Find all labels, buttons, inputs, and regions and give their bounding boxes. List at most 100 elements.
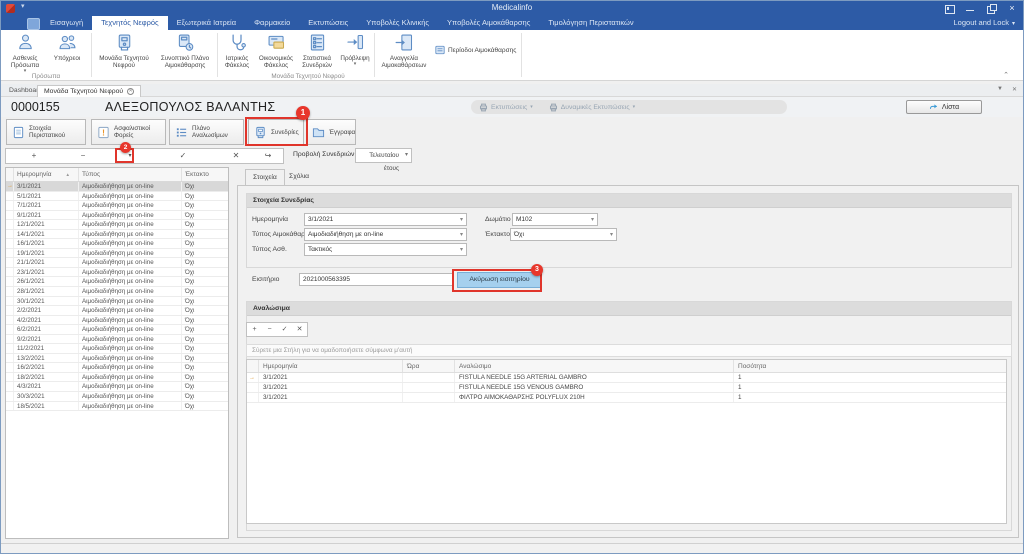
patients-persons-button[interactable]: Ασθενείς Πρόσωπα▾ xyxy=(5,32,45,72)
file-menu-button[interactable] xyxy=(25,16,41,30)
column-header-type[interactable]: Τύπος xyxy=(79,168,182,181)
session-row[interactable]: 7/1/2021Αιμοδιαδιήθηση με on-lineΌχι xyxy=(6,201,228,211)
session-statistics-button[interactable]: Στατιστικά Συνεδριών xyxy=(298,32,336,72)
consumable-row[interactable]: 3/1/2021ΦΙΛΤΡΟ ΑΙΜΟΚΑΘΑΡΣΗΣ POLYFLUX 210… xyxy=(247,393,1006,403)
row-indicator xyxy=(6,297,14,306)
session-row[interactable]: 18/5/2021Αιμοδιαδιήθηση με on-lineΌχι xyxy=(6,402,228,412)
session-row[interactable]: 16/1/2021Αιμοδιαδιήθηση με on-lineΌχι xyxy=(6,239,228,249)
session-row[interactable]: 9/2/2021Αιμοδιαδιήθηση με on-lineΌχι xyxy=(6,335,228,345)
patient-type-combo[interactable]: Τακτικός xyxy=(304,243,467,256)
window-title: Medicalinfo xyxy=(1,3,1023,12)
session-row[interactable]: 18/2/2021Αιμοδιαδιήθηση με on-lineΌχι xyxy=(6,373,228,383)
dialysis-periods-button[interactable]: Περίοδοι Αιμοκάθαρσης xyxy=(435,44,516,56)
ribbon-tab-ypovoles-klinikis[interactable]: Υποβολές Κλινικής xyxy=(357,16,438,30)
printouts-label: Εκτυπώσεις xyxy=(491,104,527,111)
ribbon-collapse-icon[interactable]: ⌃ xyxy=(1003,71,1009,79)
session-row[interactable]: 30/3/2021Αιμοδιαδιήθηση με on-lineΌχι xyxy=(6,392,228,402)
session-row[interactable]: 11/2/2021Αιμοδιαδιήθηση με on-lineΌχι xyxy=(6,344,228,354)
remove-consumable-button[interactable]: − xyxy=(262,323,277,336)
minimize-icon[interactable] xyxy=(965,3,975,13)
consumable-row[interactable]: 3/1/2021FISTULA NEEDLE 15G VENOUS GAMBRO… xyxy=(247,383,1006,393)
session-row[interactable]: 13/2/2021Αιμοδιαδιήθηση με on-lineΌχι xyxy=(6,354,228,364)
session-row[interactable]: 21/1/2021Αιμοδιαδιήθηση με on-lineΌχι xyxy=(6,258,228,268)
ribbon-tab-eisagogi[interactable]: Εισαγωγή xyxy=(41,16,92,30)
add-consumable-button[interactable]: + xyxy=(247,323,262,336)
accept-consumable-button[interactable]: ✓ xyxy=(277,323,292,336)
financial-file-button[interactable]: Οικονομικός Φάκελος xyxy=(256,32,296,72)
redo-button[interactable]: ↪ xyxy=(253,149,283,163)
tab-incident-details[interactable]: Στοιχεία Περιστατικού xyxy=(6,119,86,145)
consumable-row[interactable]: →3/1/2021FISTULA NEEDLE 15G ARTERIAL GAM… xyxy=(247,373,1006,383)
session-row[interactable]: 14/1/2021Αιμοδιαδιήθηση με on-lineΌχι xyxy=(6,230,228,240)
forecast-button[interactable]: Πρόβλεψη▾ xyxy=(338,32,372,72)
detail-tab-details[interactable]: Στοιχεία xyxy=(245,169,285,185)
cancel-consumable-button[interactable]: ✕ xyxy=(292,323,307,336)
session-row[interactable]: 19/1/2021Αιμοδιαδιήθηση με on-lineΌχι xyxy=(6,249,228,259)
artificial-kidney-unit-button[interactable]: Μονάδα Τεχνητού Νεφρού xyxy=(95,32,153,72)
session-row[interactable]: 9/1/2021Αιμοδιαδιήθηση με on-lineΌχι xyxy=(6,211,228,221)
dock-panel-icon[interactable] xyxy=(944,3,954,13)
cancel-ticket-button[interactable]: Ακύρωση εισιτηρίου xyxy=(457,272,542,288)
ticket-input[interactable] xyxy=(299,273,454,286)
session-row[interactable]: 4/3/2021Αιμοδιαδιήθηση με on-lineΌχι xyxy=(6,382,228,392)
session-date: 16/2/2021 xyxy=(14,363,79,372)
list-button[interactable]: Λίστα xyxy=(906,100,982,114)
session-row[interactable]: 2/2/2021Αιμοδιαδιήθηση με on-lineΌχι xyxy=(6,306,228,316)
group-by-bar[interactable]: Σύρετε μια Στήλη για να ομαδοποιήσετε σύ… xyxy=(246,344,1012,357)
ribbon-tab-texnitos-nefros[interactable]: Τεχνητός Νεφρός xyxy=(92,16,167,30)
date-combo[interactable]: 3/1/2021 xyxy=(304,213,467,226)
accept-session-button[interactable]: ✓ xyxy=(168,149,198,163)
ribbon-tab-exoterika-iatreia[interactable]: Εξωτερικά Ιατρεία xyxy=(168,16,245,30)
medical-file-button[interactable]: Ιατρικός Φάκελος xyxy=(220,32,254,72)
session-dropdown-button[interactable]: ▾ xyxy=(115,149,145,163)
dialysis-announcement-button[interactable]: Αναγγελία Αιμοκαθάρσεων xyxy=(378,32,430,72)
tab-consumables-plan[interactable]: Πλάνο Αναλωσίμων xyxy=(169,119,244,145)
remove-session-button[interactable]: − xyxy=(68,149,98,163)
session-row[interactable]: 5/1/2021Αιμοδιαδιήθηση με on-lineΌχι xyxy=(6,192,228,202)
dynamic-printouts-button[interactable]: Δυναμικές Εκτυπώσεις▾ xyxy=(541,103,643,112)
ribbon-tab-ektyposeis[interactable]: Εκτυπώσεις xyxy=(299,16,357,30)
column-header-date[interactable]: Ημερομηνία▲ xyxy=(14,168,79,181)
session-row[interactable]: 16/2/2021Αιμοδιαδιήθηση με on-lineΌχι xyxy=(6,363,228,373)
obligors-button[interactable]: Υπόχρεοι xyxy=(47,32,87,72)
column-header-date[interactable]: Ημερομηνία xyxy=(259,360,403,372)
column-header-quantity[interactable]: Ποσότητα xyxy=(734,360,1006,372)
doc-tab-artificial-kidney-unit[interactable]: Μονάδα Τεχνητού Νεφρού✕ xyxy=(37,85,141,97)
close-tab-icon[interactable]: ✕ xyxy=(127,88,134,95)
cancel-session-button[interactable]: ✕ xyxy=(221,149,251,163)
sessions-table-header: Ημερομηνία▲ Τύπος Έκτακτο xyxy=(6,168,228,182)
extra-combo[interactable]: Όχι xyxy=(510,228,617,241)
ribbon-group-label-persons: Πρόσωπα xyxy=(5,73,87,80)
sessions-view-dropdown[interactable]: Τελευταίου έτους xyxy=(355,148,412,163)
detail-tab-comments[interactable]: Σχόλια xyxy=(282,169,316,185)
column-header-time[interactable]: Ώρα xyxy=(403,360,455,372)
column-header-item[interactable]: Αναλώσιμο xyxy=(455,360,734,372)
session-row[interactable]: 23/1/2021Αιμοδιαδιήθηση με on-lineΌχι xyxy=(6,268,228,278)
session-row[interactable]: 30/1/2021Αιμοδιαδιήθηση με on-lineΌχι xyxy=(6,297,228,307)
ribbon-tab-ypovoles-aimokatharsis[interactable]: Υποβολές Αιμοκάθαρσης xyxy=(438,16,539,30)
close-panel-icon[interactable]: ✕ xyxy=(1012,86,1017,93)
session-row[interactable]: 12/1/2021Αιμοδιαδιήθηση με on-lineΌχι xyxy=(6,220,228,230)
dialysis-type-combo[interactable]: Αιμοδιαδιήθηση με on-line xyxy=(304,228,467,241)
tab-sessions[interactable]: Συνεδρίες xyxy=(248,119,304,145)
session-row[interactable]: 6/2/2021Αιμοδιαδιήθηση με on-lineΌχι xyxy=(6,325,228,335)
ribbon-tab-timologisi[interactable]: Τιμολόγηση Περιστατικών xyxy=(539,16,642,30)
add-session-button[interactable]: + xyxy=(19,149,49,163)
ribbon-tab-farmakeio[interactable]: Φαρμακείο xyxy=(245,16,299,30)
session-row[interactable]: 28/1/2021Αιμοδιαδιήθηση με on-lineΌχι xyxy=(6,287,228,297)
dialysis-machine-icon xyxy=(254,126,267,139)
session-row[interactable]: 4/2/2021Αιμοδιαδιήθηση με on-lineΌχι xyxy=(6,316,228,326)
session-row[interactable]: 26/1/2021Αιμοδιαδιήθηση με on-lineΌχι xyxy=(6,277,228,287)
column-header-extra[interactable]: Έκτακτο xyxy=(182,168,228,181)
tab-insurance-providers[interactable]: ! Ασφαλιστικοί Φορείς xyxy=(91,119,166,145)
room-combo[interactable]: M102 xyxy=(512,213,598,226)
summary-dialysis-plan-button[interactable]: Συνοπτικό Πλάνο Αιμοκάθαρσης xyxy=(155,32,215,72)
row-indicator xyxy=(6,325,14,334)
close-icon[interactable]: × xyxy=(1007,3,1017,13)
restore-icon[interactable] xyxy=(986,3,996,13)
tab-documents[interactable]: Έγγραφα xyxy=(306,119,356,145)
logout-button[interactable]: Logout and Lock▾ xyxy=(954,16,1015,31)
printouts-button[interactable]: Εκτυπώσεις▾ xyxy=(471,103,541,112)
pin-panel-icon[interactable]: ▼ xyxy=(997,86,1003,93)
session-row[interactable]: →3/1/2021Αιμοδιαδιήθηση με on-lineΌχι xyxy=(6,182,228,192)
